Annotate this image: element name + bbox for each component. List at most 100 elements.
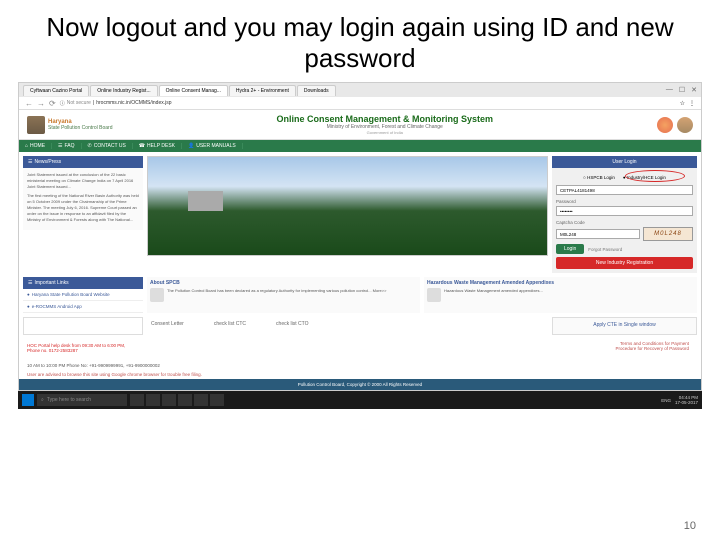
login-header: User Login [552,156,697,168]
taskbar-search[interactable]: ⌕Type here to search [37,394,127,406]
tab-5[interactable]: Downloads [297,85,336,96]
taskbar-app[interactable] [146,394,160,406]
about-hazwaste: Hazardous Waste Management Amended Appen… [424,277,697,313]
phone-info: 10 AM to 10:00 PM Phone No: +91-99099999… [19,361,701,370]
help-row: HOC Portal help desk from 09:30 AM to 6:… [19,339,701,361]
checklist-ctc-link[interactable]: check list CTC [214,321,246,331]
news-column: ☰News/Press Joint Statement issued at th… [23,156,143,273]
site-title: Online Consent Management & Monitoring S… [112,114,657,124]
password-label: Password [556,199,693,204]
star-icon[interactable]: ☆ [680,100,685,107]
username-input[interactable] [556,185,693,195]
site-title-block: Online Consent Management & Monitoring S… [112,114,657,135]
tray-lang[interactable]: ENG [661,398,671,403]
factory-graphic [188,191,223,211]
checklist-cto-link[interactable]: check list CTO [276,321,308,331]
tab-4[interactable]: Hydra 2+ - Environment [229,85,296,96]
start-button[interactable] [22,394,34,406]
login-type-row: ○ HSPCB Login ● Industry/HCE Login [556,172,693,183]
right-emblems [657,117,693,133]
news-icon: ☰ [28,159,32,165]
recovery-link[interactable]: Procedure for Recovery of Password [155,346,689,351]
captcha-label: Captcha Code [556,220,693,225]
password-input[interactable] [556,206,693,216]
browser-window: Cyftwaan Cazino Portal Online Industry R… [18,82,702,391]
reload-icon[interactable]: ⟳ [49,99,56,108]
nav-help[interactable]: ☎HELP DESK [133,143,182,149]
taskbar-app[interactable] [162,394,176,406]
list-icon: ☰ [28,280,32,286]
news-item[interactable]: The first meeting of the National River … [27,193,139,223]
about-panel: About SPCB The Pollution Control Board h… [147,277,697,313]
taskbar-app[interactable] [130,394,144,406]
board-logo-icon [27,116,45,134]
url-text: hrocmms.nic.in/OCMMS/index.jsp [96,100,171,106]
info-row: ☰Important Links ●Haryana State Pollutio… [19,277,701,317]
home-icon: ⌂ [25,143,28,149]
links-header: ☰Important Links [23,277,143,289]
phone-icon: ✆ [88,143,92,149]
link-app[interactable]: ●e-ROCMMS Android App [23,301,143,313]
tray-date[interactable]: 17-05-2017 [675,400,698,405]
help-icon: ☎ [139,143,145,149]
nav-faq[interactable]: ☰FAQ [52,143,82,149]
taskbar-app[interactable] [194,394,208,406]
news-header: ☰News/Press [23,156,143,168]
browser-advisory: User are advised to browse this site usi… [19,370,701,379]
page-content: Haryana State Pollution Control Board On… [19,110,701,390]
browser-tabs: Cyftwaan Cazino Portal Online Industry R… [19,83,701,97]
apply-cte-box[interactable]: Apply CTE in Single window [552,317,697,335]
nav-home[interactable]: ⌂HOME [19,143,52,149]
login-button[interactable]: Login [556,244,584,254]
search-icon: ⌕ [41,397,44,403]
emblem-icon [657,117,673,133]
globe-icon: ● [27,292,30,297]
forgot-password-link[interactable]: Forgot Password [588,247,622,252]
close-icon[interactable]: ✕ [691,86,697,94]
about-text: The Pollution Control Board has been dec… [167,288,386,302]
consent-letter-link[interactable]: Consent Letter [151,321,184,331]
highlight-oval [625,170,685,182]
minimize-icon[interactable]: — [666,86,673,94]
menu-icon[interactable]: ⋮ [689,100,695,107]
nav-manuals[interactable]: 👤USER MANUALS [182,143,243,149]
link-website[interactable]: ●Haryana State Pollution Board Website [23,289,143,301]
conditions-box: Terms and Conditions for Payment Procedu… [147,339,697,357]
login-form: ○ HSPCB Login ● Industry/HCE Login Passw… [552,168,697,273]
ashoka-icon [677,117,693,133]
board-name: State Pollution Control Board [48,125,112,131]
about-title: Hazardous Waste Management Amended Appen… [427,280,694,286]
tab-3[interactable]: Online Consent Manag... [159,85,228,96]
links-panel: ☰Important Links ●Haryana State Pollutio… [23,277,143,313]
back-icon[interactable]: ← [25,99,33,108]
building-icon [150,288,164,302]
register-button[interactable]: New Industry Registration [556,257,693,269]
about-title: About SPCB [150,280,417,286]
taskbar-app[interactable] [178,394,192,406]
radio-hspcb[interactable]: ○ HSPCB Login [583,175,615,180]
checklist-links: Consent Letter check list CTC check list… [147,317,548,335]
windows-taskbar: ⌕Type here to search ENG 04:44 PM 17-05-… [18,391,702,409]
nav-contact[interactable]: ✆CONTACT US [82,143,133,149]
about-text: Hazardous Waste Management amended appen… [444,288,543,302]
main-nav: ⌂HOME ☰FAQ ✆CONTACT US ☎HELP DESK 👤USER … [19,140,701,152]
slide-number: 10 [684,520,696,532]
tab-2[interactable]: Online Industry Regist... [90,85,157,96]
copyright-bar: Pollution Control Board, Copyright © 200… [19,379,701,390]
captcha-input[interactable] [556,229,640,239]
window-controls: — ☐ ✕ [666,86,697,94]
faq-icon: ☰ [58,143,62,149]
maximize-icon[interactable]: ☐ [679,86,685,94]
login-column: User Login ○ HSPCB Login ● Industry/HCE … [552,156,697,273]
waste-icon [427,288,441,302]
news-item[interactable]: Joint Statement issued at the conclusion… [27,172,139,190]
url-field[interactable]: ⓘ Not secure | hrocmms.nic.in/OCMMS/inde… [60,100,676,107]
taskbar-app[interactable] [210,394,224,406]
system-tray: ENG 04:44 PM 17-05-2017 [661,395,698,405]
forward-icon[interactable]: → [37,99,45,108]
state-logo-block: Haryana State Pollution Control Board [27,116,112,134]
tab-1[interactable]: Cyftwaan Cazino Portal [23,85,89,96]
captcha-image: M0L248 [643,227,693,241]
info-icon: ⓘ [60,100,65,107]
gov-name: Government of India [112,130,657,135]
